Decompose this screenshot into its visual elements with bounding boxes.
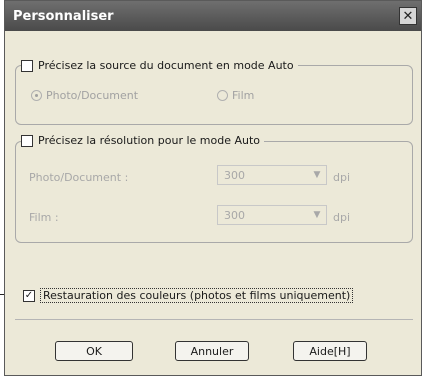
radio-selected-icon (31, 90, 42, 101)
resolution-checkbox-row[interactable]: Précisez la résolution pour le mode Auto (21, 134, 265, 147)
film-dpi-unit: dpi (333, 211, 351, 224)
color-restore-label: Restauration des couleurs (photos et fil… (40, 288, 354, 303)
dialog-title: Personnaliser (13, 8, 114, 24)
source-checkbox[interactable] (21, 59, 33, 72)
ok-button[interactable]: OK (55, 341, 133, 361)
photo-document-dpi-label: Photo/Document : (29, 171, 129, 184)
color-restore-checkbox-row[interactable]: ✓ Restauration des couleurs (photos et f… (23, 288, 358, 303)
photo-document-dpi-value: 300 (224, 168, 245, 182)
radio-photo-document[interactable]: Photo/Document (31, 89, 138, 102)
radio-film[interactable]: Film (217, 89, 254, 102)
cancel-button[interactable]: Annuler (175, 341, 249, 361)
customize-dialog: Personnaliser ✕ Précisez la source du do… (4, 0, 422, 376)
film-dpi-value: 300 (224, 208, 245, 222)
radio-unselected-icon (217, 90, 228, 101)
checkmark-icon: ✓ (24, 289, 34, 301)
help-button[interactable]: Aide[H] (293, 341, 367, 361)
chevron-down-icon: ▼ (313, 210, 321, 220)
source-checkbox-row[interactable]: Précisez la source du document en mode A… (21, 59, 298, 72)
photo-document-dpi-select[interactable]: 300 ▼ (217, 165, 327, 185)
resolution-checkbox[interactable] (21, 134, 33, 147)
film-dpi-label: Film : (29, 211, 59, 224)
color-restore-checkbox[interactable]: ✓ (23, 289, 35, 302)
resolution-checkbox-label: Précisez la résolution pour le mode Auto (38, 134, 261, 147)
source-checkbox-label: Précisez la source du document en mode A… (38, 59, 294, 72)
film-dpi-select[interactable]: 300 ▼ (217, 205, 327, 225)
resolution-groupbox (15, 141, 413, 243)
close-icon: ✕ (402, 8, 414, 24)
photo-document-dpi-unit: dpi (333, 171, 351, 184)
title-bar: Personnaliser ✕ (5, 1, 421, 31)
chevron-down-icon: ▼ (313, 170, 321, 180)
radio-film-label: Film (232, 89, 255, 102)
separator (15, 319, 413, 320)
radio-photo-document-label: Photo/Document (46, 89, 139, 102)
close-button[interactable]: ✕ (399, 7, 417, 25)
